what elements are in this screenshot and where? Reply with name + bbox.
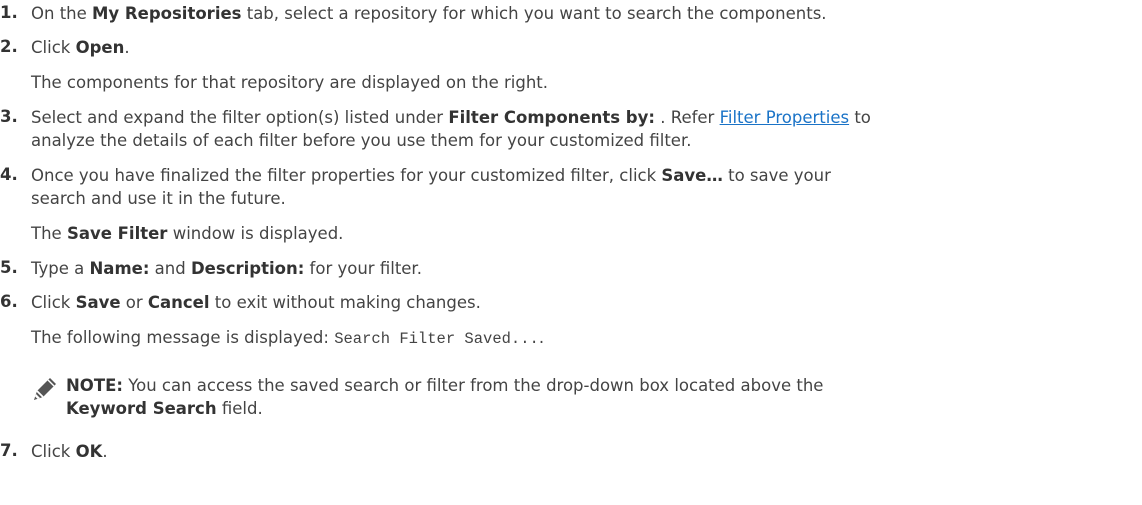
- step-result: The Save Filter window is displayed.: [31, 224, 344, 243]
- ui-label-save-filter: Save Filter: [66, 224, 168, 243]
- step-text: Click Open.: [31, 38, 130, 57]
- step-number: 3.: [0, 107, 18, 126]
- ui-label-keyword-search: Keyword Search: [66, 399, 217, 418]
- filter-properties-link[interactable]: Filter Properties: [720, 108, 850, 127]
- step-text: Once you have finalized the filter prope…: [31, 166, 831, 185]
- message-code: Search Filter Saved...: [334, 330, 539, 348]
- ui-label-my-repositories: My Repositories: [92, 4, 242, 23]
- step-number: 1.: [0, 3, 18, 22]
- ui-label-ok: OK: [75, 442, 103, 461]
- ui-label-open: Open: [75, 38, 125, 57]
- step-text-continued: search and use it in the future.: [31, 189, 286, 208]
- ui-label-save: Save…: [661, 166, 723, 185]
- step-result: The following message is displayed: Sear…: [31, 328, 545, 348]
- step-number: 6.: [0, 292, 18, 311]
- step-text: Select and expand the filter option(s) l…: [31, 108, 871, 127]
- step-text: Click OK.: [31, 442, 108, 461]
- note-text: NOTE: You can access the saved search or…: [66, 376, 824, 395]
- step-text: Click Save or Cancel to exit without mak…: [31, 293, 481, 312]
- step-text: Type a Name: and Description: for your f…: [31, 259, 422, 278]
- step-number: 4.: [0, 165, 18, 184]
- step-number: 2.: [0, 37, 18, 56]
- step-result: The components for that repository are d…: [31, 73, 549, 92]
- ui-label-description: Description:: [190, 259, 305, 278]
- ui-label-save: Save: [75, 293, 121, 312]
- ui-label-name: Name:: [89, 259, 150, 278]
- step-number: 7.: [0, 441, 18, 460]
- pencil-note-icon: [34, 378, 56, 400]
- note-label: NOTE:: [66, 376, 123, 395]
- step-text: On the My Repositories tab, select a rep…: [31, 4, 827, 23]
- step-number: 5.: [0, 258, 18, 277]
- step-text-continued: analyze the details of each filter befor…: [31, 131, 692, 150]
- ui-label-cancel: Cancel: [147, 293, 210, 312]
- ui-label-filter-components: Filter Components by:: [448, 108, 655, 127]
- instruction-document: 1. On the My Repositories tab, select a …: [0, 0, 1142, 505]
- note-text-continued: Keyword Search field.: [66, 399, 263, 418]
